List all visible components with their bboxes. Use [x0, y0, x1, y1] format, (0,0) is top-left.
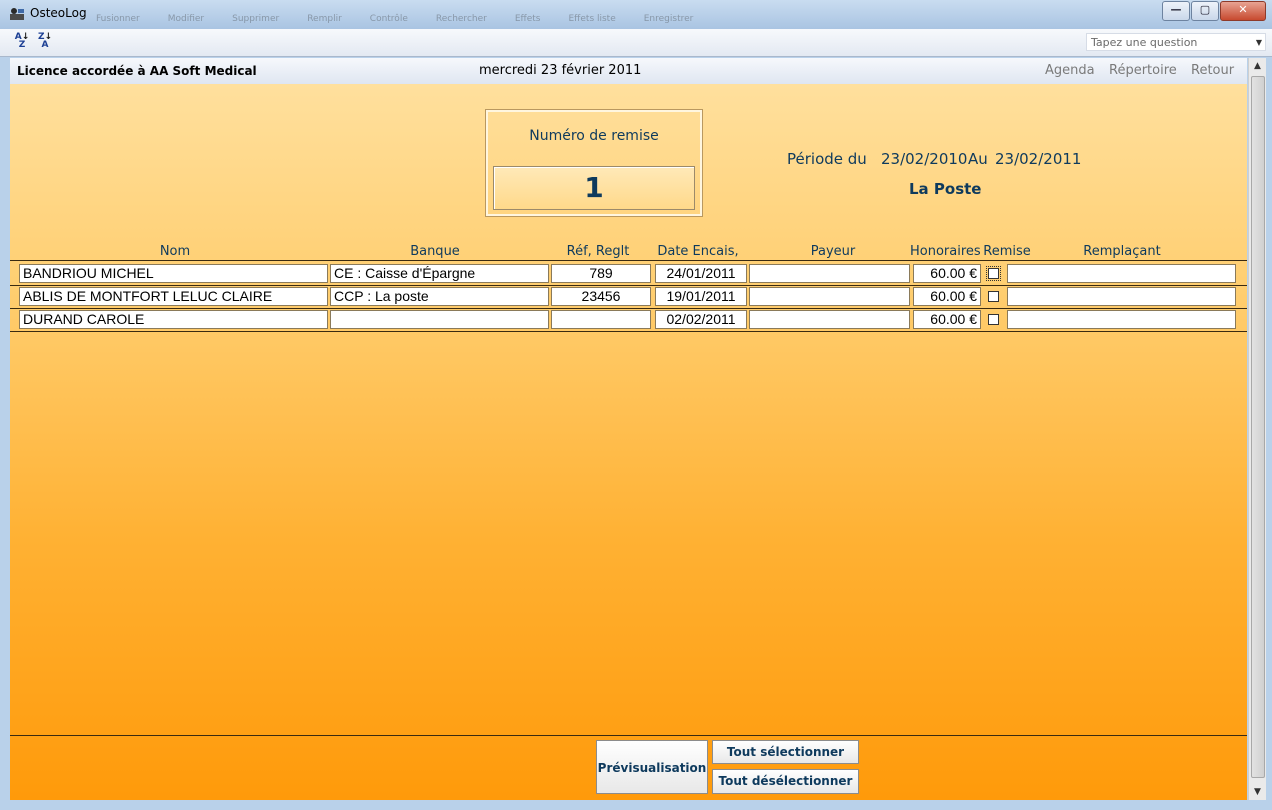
window-title: OsteoLog	[30, 6, 87, 20]
ghost-toolbar-item: Enregistrer	[643, 14, 694, 24]
banque-field[interactable]	[330, 310, 549, 329]
ghost-toolbar-item: Contrôle	[369, 14, 408, 24]
deselect-all-button[interactable]: Tout désélectionner	[712, 769, 859, 794]
remise-form: Licence accordée à AA Soft Medical mercr…	[10, 58, 1247, 800]
banque-field[interactable]: CCP : La poste	[330, 287, 549, 306]
close-icon: ✕	[1238, 3, 1248, 16]
table-row: ABLIS DE MONTFORT LELUC CLAIRE CCP : La …	[10, 285, 1247, 308]
sort-descending-button[interactable]: Z↓ A	[35, 33, 55, 51]
honoraires-field[interactable]: 60.00 €	[913, 287, 981, 306]
column-header-honoraires: Honoraires	[910, 244, 981, 259]
retour-link[interactable]: Retour	[1191, 63, 1234, 78]
nom-field[interactable]: BANDRIOU MICHEL	[19, 264, 328, 283]
remplacant-field[interactable]	[1007, 287, 1236, 306]
periode-au-label: Au	[968, 150, 988, 168]
column-header-remplacant: Remplaçant	[1083, 244, 1161, 259]
footer-divider	[10, 735, 1247, 736]
remise-checkbox[interactable]	[988, 291, 999, 302]
licence-text: Licence accordée à AA Soft Medical	[17, 64, 257, 78]
header-divider	[10, 260, 1247, 261]
date-field[interactable]: 19/01/2011	[655, 287, 747, 306]
column-header-date: Date Encais,	[657, 244, 739, 259]
periode-label: Période du	[787, 150, 867, 168]
banque-field[interactable]: CE : Caisse d'Épargne	[330, 264, 549, 283]
column-header-ref: Réf, Reglt	[566, 244, 630, 259]
payeur-name: La Poste	[909, 180, 982, 198]
remise-checkbox[interactable]	[986, 266, 1001, 281]
agenda-link[interactable]: Agenda	[1045, 63, 1095, 78]
column-header-nom: Nom	[159, 244, 191, 259]
row-divider	[10, 331, 1247, 332]
ghost-toolbar-item: Fusionner	[96, 14, 140, 24]
ghost-toolbar-item: Effets	[514, 14, 541, 24]
date-field[interactable]: 24/01/2011	[655, 264, 747, 283]
repertoire-link[interactable]: Répertoire	[1109, 63, 1177, 78]
honoraires-field[interactable]: 60.00 €	[913, 264, 981, 283]
table-row: DURAND CAROLE 02/02/2011 60.00 €	[10, 308, 1247, 331]
scrollbar-thumb[interactable]	[1251, 76, 1265, 778]
remise-number-field[interactable]: 1	[493, 166, 695, 210]
ghost-toolbar-item: Modifier	[167, 14, 205, 24]
sort-toolbar: A↓ Z Z↓ A Tapez une question ▼	[0, 29, 1272, 57]
periode-end-date: 23/02/2011	[995, 150, 1082, 168]
osteolog-app-icon	[10, 8, 24, 20]
chevron-down-icon[interactable]: ▼	[1256, 34, 1262, 52]
preview-button[interactable]: Prévisualisation	[596, 740, 708, 794]
payeur-field[interactable]	[749, 264, 910, 283]
sort-descending-icon: Z↓ A	[37, 32, 53, 50]
table-row: BANDRIOU MICHEL CE : Caisse d'Épargne 78…	[10, 262, 1247, 285]
ghost-toolbar-item: Effets liste	[568, 14, 616, 24]
column-header-banque: Banque	[410, 244, 460, 259]
ask-question-input[interactable]: Tapez une question ▼	[1086, 33, 1266, 51]
ghost-toolbar-item: Remplir	[307, 14, 342, 24]
column-header-payeur: Payeur	[810, 244, 856, 259]
minimize-icon: —	[1170, 3, 1182, 16]
nom-field[interactable]: ABLIS DE MONTFORT LELUC CLAIRE	[19, 287, 328, 306]
column-header-remise: Remise	[983, 244, 1031, 259]
maximize-button[interactable]: ▢	[1191, 1, 1219, 21]
ref-field[interactable]	[551, 310, 651, 329]
remplacant-field[interactable]	[1007, 310, 1236, 329]
maximize-icon: ▢	[1199, 3, 1211, 16]
ghost-toolbar-item: Rechercher	[435, 14, 487, 24]
minimize-button[interactable]: —	[1162, 1, 1190, 21]
close-button[interactable]: ✕	[1220, 1, 1266, 21]
nom-field[interactable]: DURAND CAROLE	[19, 310, 328, 329]
ghost-toolbar-item: Supprimer	[232, 14, 280, 24]
remise-checkbox[interactable]	[988, 314, 999, 325]
scroll-up-icon[interactable]: ▲	[1249, 58, 1266, 74]
periode-start-date: 23/02/2010	[881, 150, 968, 168]
payeur-field[interactable]	[749, 287, 910, 306]
ref-field[interactable]: 23456	[551, 287, 651, 306]
header-strip: Licence accordée à AA Soft Medical mercr…	[10, 58, 1247, 84]
vertical-scrollbar[interactable]: ▲ ▼	[1248, 58, 1266, 800]
payeur-field[interactable]	[749, 310, 910, 329]
remise-number-box: Numéro de remise 1	[485, 109, 703, 217]
current-date: mercredi 23 février 2011	[479, 63, 642, 78]
ghost-toolbar: Fusionner Modifier Supprimer Remplir Con…	[96, 4, 693, 26]
honoraires-field[interactable]: 60.00 €	[913, 310, 981, 329]
date-field[interactable]: 02/02/2011	[655, 310, 747, 329]
sort-ascending-icon: A↓ Z	[14, 32, 30, 50]
window-bottom-frame	[0, 800, 1272, 810]
ref-field[interactable]: 789	[551, 264, 651, 283]
remplacant-field[interactable]	[1007, 264, 1236, 283]
title-bar: OsteoLog Fusionner Modifier Supprimer Re…	[0, 0, 1272, 29]
remise-number-label: Numéro de remise	[529, 128, 659, 144]
scroll-down-icon[interactable]: ▼	[1249, 784, 1266, 800]
select-all-button[interactable]: Tout sélectionner	[712, 740, 859, 764]
window-controls: — ▢ ✕	[1161, 1, 1266, 21]
sort-ascending-button[interactable]: A↓ Z	[12, 33, 32, 51]
